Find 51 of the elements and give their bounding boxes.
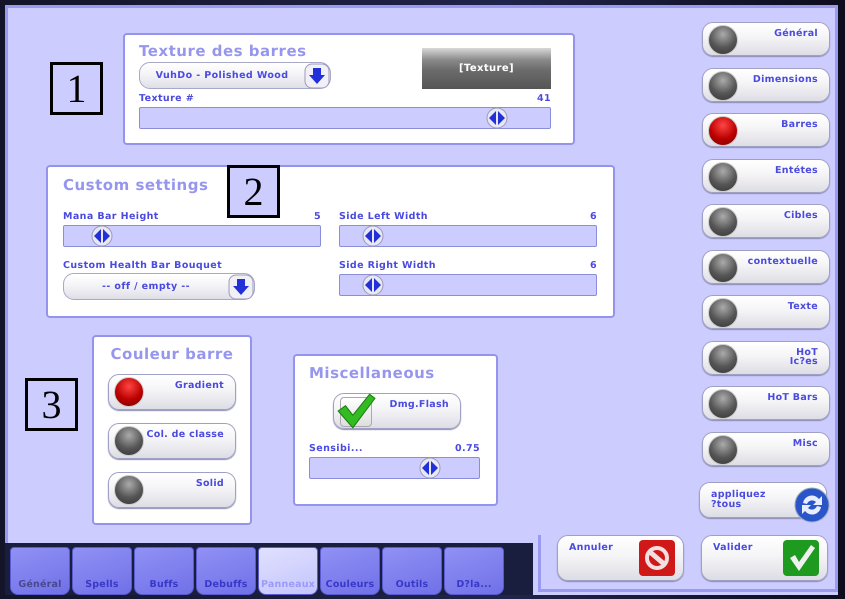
slider-value: 0.75 — [454, 443, 480, 454]
checkmark-icon — [335, 392, 377, 430]
refresh-icon — [794, 487, 830, 523]
sidebar-button[interactable]: Général — [702, 22, 830, 56]
checkmark-icon — [783, 540, 819, 576]
radio-button[interactable]: Solid — [108, 472, 236, 508]
slider-thumb[interactable] — [362, 274, 384, 296]
dropdown-label: Custom Health Bar Bouquet — [63, 260, 224, 271]
slider-label: Side Left Width — [339, 211, 428, 222]
panel-title: Custom settings — [63, 176, 208, 194]
panel-title: Texture des barres — [139, 42, 307, 60]
slider-value: 6 — [590, 211, 597, 222]
slider-track[interactable] — [339, 225, 597, 247]
slider-track[interactable] — [339, 274, 597, 296]
sidebar-button[interactable]: Dimensions — [702, 68, 830, 102]
sidebar-button[interactable]: Entétes — [702, 158, 830, 192]
slider-label: Side Right Width — [339, 260, 436, 271]
sidebar-button[interactable]: Barres — [702, 113, 830, 147]
slider-value: 6 — [590, 260, 597, 271]
section-number: 2 — [227, 165, 280, 218]
panel-title: Couleur barre — [110, 345, 234, 363]
slider-thumb[interactable] — [91, 225, 114, 247]
slider-value: 41 — [536, 93, 551, 104]
cancel-button[interactable]: Annuler — [557, 535, 684, 581]
sidebar-button[interactable]: Cibles — [702, 204, 830, 238]
dropdown[interactable]: -- off / empty -- — [63, 273, 255, 300]
slider-thumb[interactable] — [486, 107, 508, 129]
sidebar-button[interactable]: Misc — [702, 432, 830, 466]
slider-thumb[interactable] — [362, 225, 384, 247]
section-number: 1 — [50, 62, 103, 115]
radio-button[interactable]: Gradient — [108, 374, 236, 410]
slider-label: Texture # — [139, 93, 194, 104]
slider-track[interactable] — [139, 107, 551, 129]
radio-button[interactable]: Col. de classe — [108, 423, 236, 459]
sidebar-button[interactable]: HoT Ic?es — [702, 340, 830, 374]
slider-label: Sensibi... — [309, 443, 363, 454]
slider-track[interactable] — [63, 225, 321, 247]
texture-preview: [Texture] — [422, 48, 551, 89]
slider-thumb[interactable] — [418, 457, 441, 479]
slider-track[interactable] — [309, 457, 480, 479]
sidebar-button[interactable]: contextuelle — [702, 250, 830, 284]
confirm-button[interactable]: Valider — [701, 535, 828, 581]
sidebar-button[interactable]: Texte — [702, 295, 830, 329]
dropdown[interactable]: VuhDo - Polished Wood — [139, 62, 331, 89]
section-number: 3 — [25, 378, 78, 431]
panel-title: Miscellaneous — [309, 364, 435, 382]
slider-label: Mana Bar Height — [63, 211, 159, 222]
sidebar-button[interactable]: HoT Bars — [702, 386, 830, 420]
slider-value: 5 — [314, 211, 321, 222]
no-sign-icon — [639, 540, 675, 576]
toggle-button[interactable]: Dmg.Flash — [333, 393, 461, 429]
